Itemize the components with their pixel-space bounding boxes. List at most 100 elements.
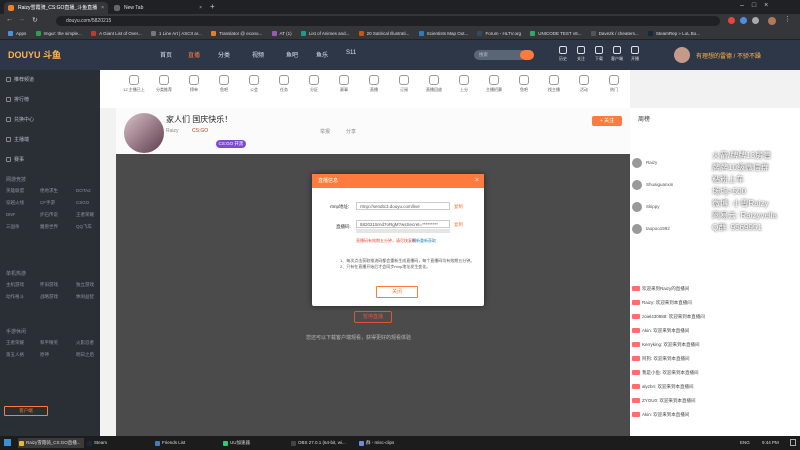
taskbar-item-friends[interactable]: Friends List xyxy=(154,438,220,448)
category-item[interactable]: 榜单 xyxy=(180,75,208,93)
sidebar-sub-item[interactable]: 怀旧游戏 xyxy=(40,282,58,288)
close-icon[interactable]: × xyxy=(475,174,479,188)
sidebar-item-esports[interactable]: 赛事 xyxy=(6,156,24,163)
category-item[interactable]: 直播 xyxy=(360,75,388,93)
category-item[interactable]: 分区 xyxy=(300,75,328,93)
extension-icon[interactable] xyxy=(740,17,747,24)
menu-kebab-icon[interactable]: ⋮ xyxy=(784,15,791,23)
user-avatar[interactable] xyxy=(674,47,690,63)
sidebar-item-exchange[interactable]: 兑换中心 xyxy=(6,116,34,123)
sidebar-sub-item[interactable]: QQ飞车 xyxy=(76,224,92,230)
sidebar-sub-item[interactable]: 原神 xyxy=(40,352,49,358)
rank-user[interactable]: Shuaiguanxin xyxy=(632,180,673,190)
bookmark-item[interactable]: Translator @ econo... xyxy=(211,28,262,39)
sidebar-sub-item[interactable]: 王者荣耀 xyxy=(6,340,24,346)
sidebar-sub-item[interactable]: 主机游戏 xyxy=(6,282,24,288)
header-history[interactable]: 历史 xyxy=(554,46,572,62)
modal-close-button[interactable]: 关闭 xyxy=(376,286,418,298)
search-button[interactable] xyxy=(520,50,534,60)
category-item[interactable]: 公会 xyxy=(240,75,268,93)
sidebar-sub-item[interactable]: 独立游戏 xyxy=(76,282,94,288)
sidebar-sub-item[interactable]: DOTA2 xyxy=(76,188,91,193)
report-link[interactable]: 举报 xyxy=(320,128,330,135)
sidebar-sub-item[interactable]: DNF xyxy=(6,212,15,217)
bookmark-item[interactable]: Imgur: the simple... xyxy=(35,28,82,39)
category-item[interactable]: 订阅 xyxy=(390,75,418,93)
sidebar-sub-item[interactable]: CSGO xyxy=(76,200,89,205)
rank-user[interactable]: taopoo1992 xyxy=(632,224,670,234)
client-download-button[interactable]: 客户端 xyxy=(4,406,48,416)
category-item[interactable]: 鱼吧 xyxy=(210,75,238,93)
nav-category[interactable]: 分类 xyxy=(218,50,230,59)
rank-user[interactable]: Raizy xyxy=(632,158,657,168)
sidebar-sub-item[interactable]: 三国杀 xyxy=(6,224,20,230)
stop-stream-button[interactable]: 暂停直播 xyxy=(354,311,392,323)
share-link[interactable]: 分享 xyxy=(346,128,356,135)
new-tab-plus-icon[interactable]: + xyxy=(210,3,218,11)
sidebar-sub-item[interactable]: 火影忍者 xyxy=(76,340,94,346)
nav-video[interactable]: 视频 xyxy=(252,50,264,59)
category-item[interactable]: 主播招募 xyxy=(480,75,508,93)
nav-yule[interactable]: 鱼乐 xyxy=(316,50,328,59)
windows-start-icon[interactable] xyxy=(4,439,11,446)
nav-live[interactable]: 直播 xyxy=(188,50,200,59)
sidebar-sub-item[interactable]: 休闲益智 xyxy=(76,294,94,300)
forward-arrow-icon[interactable]: → xyxy=(18,16,25,23)
category-item[interactable]: 鱼吧 xyxy=(510,75,538,93)
sidebar-sub-item[interactable]: 绝地求生 xyxy=(40,188,58,194)
sidebar-sub-item[interactable]: 穿越火线 xyxy=(6,200,24,206)
sidebar-item-rank[interactable]: 排行榜 xyxy=(6,96,29,103)
bookmark-item[interactable]: Forum - HLTV.org xyxy=(477,28,521,39)
taskbar-item-misc[interactable]: 群 - misc-clips xyxy=(358,438,424,448)
close-tab-icon[interactable]: × xyxy=(199,2,202,14)
sidebar-sub-item[interactable]: 动作格斗 xyxy=(6,294,24,300)
sidebar-sub-item[interactable]: 王者荣耀 xyxy=(76,212,94,218)
header-client[interactable]: 客户端 xyxy=(608,46,626,62)
category-item[interactable]: 活动 xyxy=(570,75,598,93)
language-indicator[interactable]: ENG xyxy=(740,440,750,445)
copy-rtmp-button[interactable]: 复制 xyxy=(454,204,463,210)
notifications-icon[interactable] xyxy=(790,439,796,446)
bookmark-item[interactable]: SteamRep » LoL Bo... xyxy=(647,28,700,39)
bookmark-item[interactable]: Apps xyxy=(8,28,26,39)
nav-yuba[interactable]: 鱼吧 xyxy=(286,50,298,59)
sidebar-sub-item[interactable]: 炉石传说 xyxy=(40,212,58,218)
nav-home[interactable]: 首页 xyxy=(160,50,172,59)
taskbar-item-chrome[interactable]: Raizy雪霞骑_CS:GO直播... xyxy=(18,438,84,448)
taskbar-item-uu[interactable]: UU加速器 xyxy=(222,438,288,448)
clock[interactable]: 9:44 PM xyxy=(762,440,779,445)
sidebar-sub-item[interactable]: 和平精英 xyxy=(40,340,58,346)
douyu-logo[interactable]: DOUYU 斗鱼 xyxy=(8,48,104,62)
bookmark-item[interactable]: Dave2k / cheaters... xyxy=(590,28,639,39)
rtmp-address-field[interactable]: rtmp://sendtc3.douyu.com/live xyxy=(356,202,450,210)
sidebar-sub-item[interactable]: 明日之后 xyxy=(76,352,94,358)
category-item[interactable]: 找主播 xyxy=(540,75,568,93)
bookmark-item[interactable]: List of Animes and... xyxy=(300,28,349,39)
sidebar-sub-item[interactable]: CF手游 xyxy=(40,200,55,206)
sidebar-sub-item[interactable]: 战略游戏 xyxy=(40,294,58,300)
taskbar-item-steam[interactable]: Steam xyxy=(86,438,152,448)
extension-icon[interactable] xyxy=(752,17,759,24)
bookmark-item[interactable]: AT (1) xyxy=(271,28,292,39)
horizontal-scrollbar[interactable] xyxy=(356,229,450,233)
category-item[interactable]: 赛事 xyxy=(330,75,358,93)
bookmark-item[interactable]: A Giant List of Over... xyxy=(91,28,142,39)
browser-tab-newtab[interactable]: New Tab × xyxy=(110,2,206,14)
bookmark-item[interactable]: 20 Satirical Illustrati... xyxy=(358,28,409,39)
taskbar-item-obs[interactable]: OBS 27.0.1 (64-bit, wi... xyxy=(290,438,356,448)
browser-tab-douyu[interactable]: Raizy雪霞骑_CS:GO直播_斗鱼直播 × xyxy=(4,2,108,14)
sidebar-sub-item[interactable]: 英雄联盟 xyxy=(6,188,24,194)
category-item[interactable]: 直播回放 xyxy=(420,75,448,93)
reload-icon[interactable]: ↻ xyxy=(32,16,38,24)
category-item[interactable]: 分类推荐 xyxy=(150,75,178,93)
bookmark-item[interactable]: UNICODE TEST v8... xyxy=(530,28,581,39)
streamer-avatar[interactable] xyxy=(124,113,164,153)
profile-avatar-icon[interactable] xyxy=(768,17,776,25)
sidebar-item-recommend[interactable]: 推荐频道 xyxy=(6,76,34,83)
address-bar[interactable]: douyu.com/5820215 xyxy=(56,16,720,26)
search-input[interactable]: 搜索 xyxy=(474,50,526,60)
close-tab-icon[interactable]: × xyxy=(101,2,104,14)
sidebar-sub-item[interactable]: 魔兽世界 xyxy=(40,224,58,230)
streamer-name[interactable]: Raizy xyxy=(166,128,179,134)
room-tag[interactable]: CS:GO xyxy=(192,128,208,134)
